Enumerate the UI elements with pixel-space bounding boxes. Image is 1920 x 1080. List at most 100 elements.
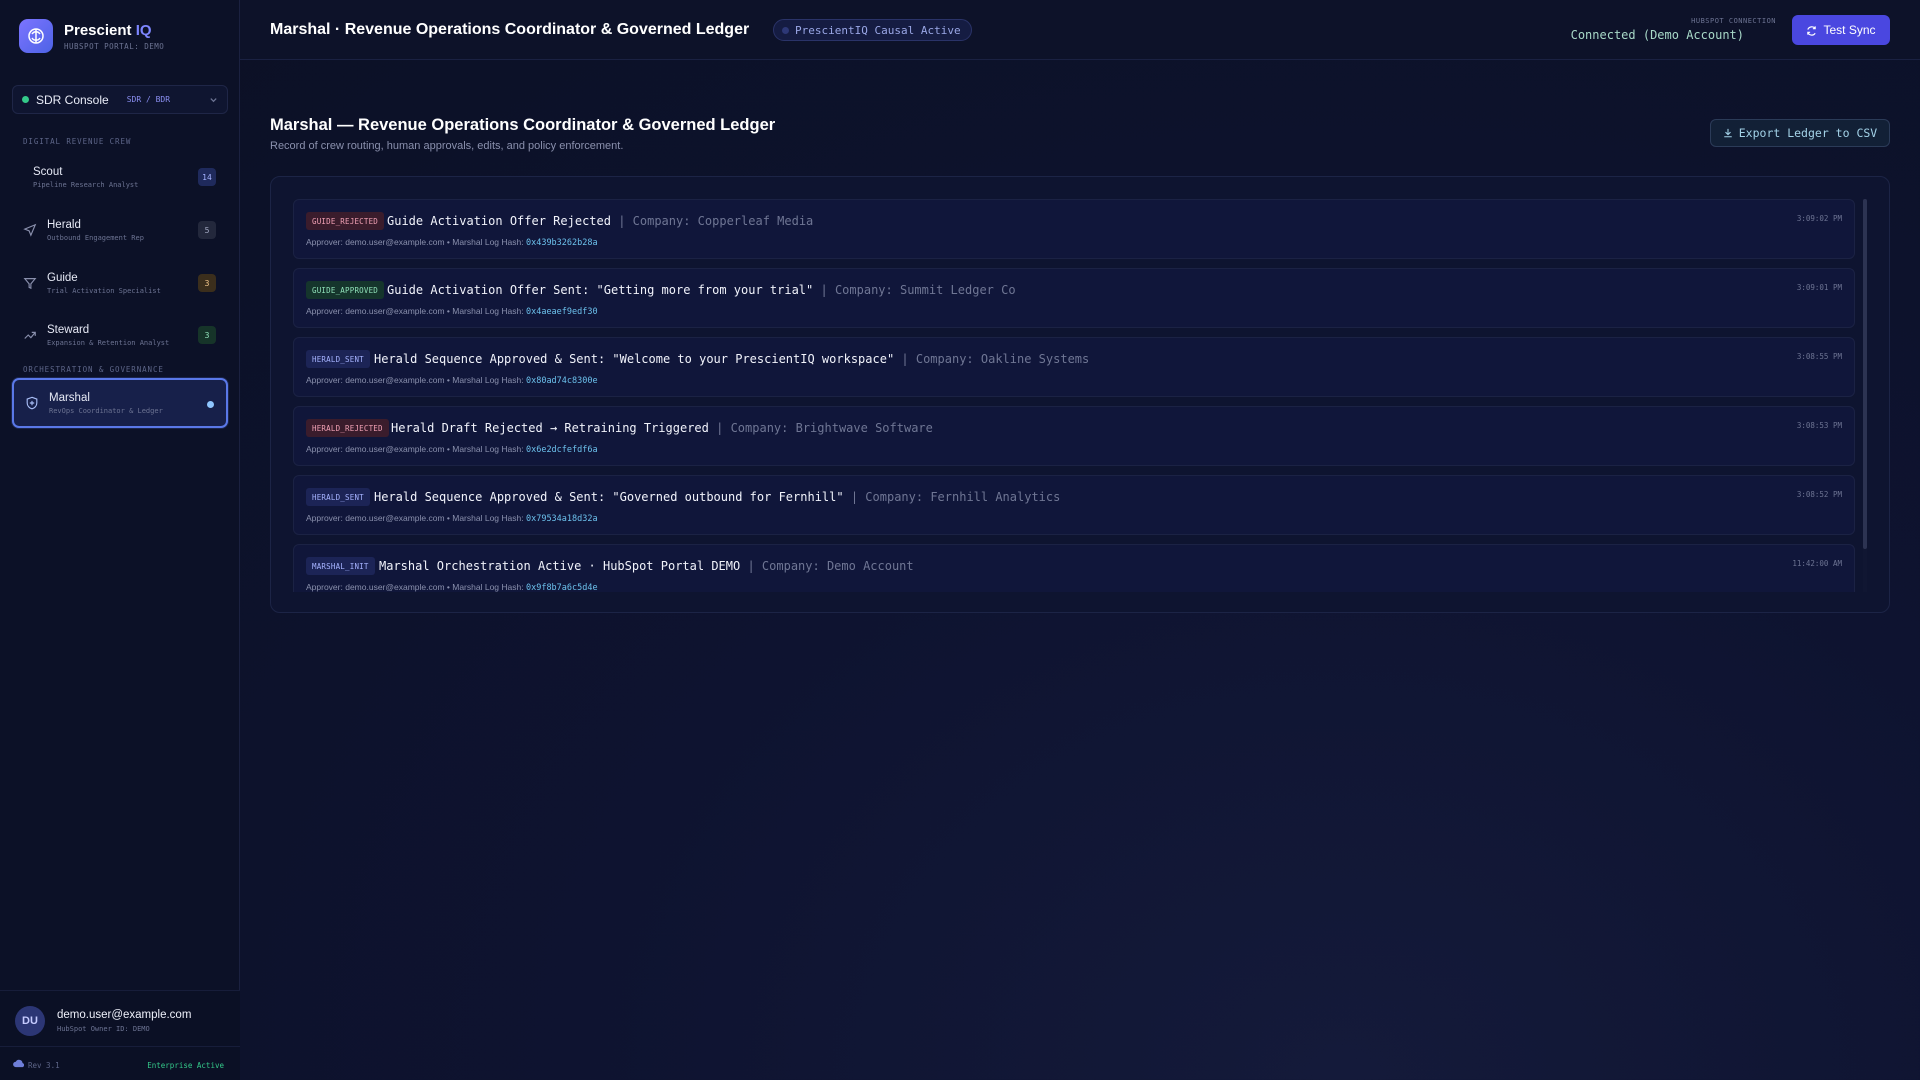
sidebar-item-subtitle: Expansion & Retention Analyst xyxy=(47,338,170,347)
sidebar-item-title: Steward xyxy=(47,323,90,336)
sidebar-item-scout[interactable]: Scout Pipeline Research Analyst 14 xyxy=(12,153,228,201)
ledger-entry-headline: Herald Sequence Approved & Sent: "Govern… xyxy=(374,490,1061,504)
brand-logo-icon xyxy=(19,19,53,53)
sidebar-item-subtitle: RevOps Coordinator & Ledger xyxy=(49,406,163,415)
send-icon xyxy=(23,223,37,237)
ledger-entry-time: 3:08:52 PM xyxy=(1796,490,1842,499)
avatar[interactable]: DU xyxy=(15,1006,45,1036)
console-tag: SDR / BDR xyxy=(126,95,171,104)
scrollbar[interactable] xyxy=(1863,199,1867,592)
console-selector[interactable]: SDR Console SDR / BDR xyxy=(12,85,228,114)
status-dot xyxy=(22,96,29,103)
download-icon xyxy=(1724,128,1732,138)
status-dot xyxy=(782,26,789,34)
event-type-badge: HERALD_SENT xyxy=(306,488,370,506)
ledger-entry-headline: Marshal Orchestration Active · HubSpot P… xyxy=(379,559,914,573)
ledger-entry[interactable]: MARSHAL_INIT Marshal Orchestration Activ… xyxy=(293,544,1855,592)
shield-icon xyxy=(26,396,38,410)
sidebar-item-marshal[interactable]: Marshal RevOps Coordinator & Ledger xyxy=(12,378,228,428)
sidebar-item-title: Marshal xyxy=(49,391,90,404)
count-badge: 3 xyxy=(198,326,216,344)
ledger-panel: GUIDE_REJECTED Guide Activation Offer Re… xyxy=(270,176,1890,613)
ledger-entry[interactable]: GUIDE_REJECTED Guide Activation Offer Re… xyxy=(293,199,1855,259)
event-type-badge: MARSHAL_INIT xyxy=(306,557,375,575)
ledger-entry-meta: Approver: demo.user@example.com • Marsha… xyxy=(306,237,598,248)
log-hash: 0x4aeaef9edf30 xyxy=(525,307,598,317)
sidebar-item-guide[interactable]: Guide Trial Activation Specialist 3 xyxy=(12,259,228,307)
ledger-entry-company: | Company: Brightwave Software xyxy=(716,421,933,435)
user-panel: DU demo.user@example.com HubSpot Owner I… xyxy=(0,990,240,1080)
log-hash: 0x9f8b7a6c5d4e xyxy=(525,583,598,592)
ledger-entry-company: | Company: Copperleaf Media xyxy=(618,214,814,228)
ledger-list[interactable]: GUIDE_REJECTED Guide Activation Offer Re… xyxy=(293,199,1855,592)
log-hash: 0x80ad74c8300e xyxy=(525,376,598,386)
revision-label: Rev 3.1 xyxy=(28,1061,60,1070)
status-pill: PrescientIQ Causal Active xyxy=(773,19,972,41)
ledger-entry-headline: Herald Sequence Approved & Sent: "Welcom… xyxy=(374,352,1090,366)
ledger-entry-company: | Company: Fernhill Analytics xyxy=(850,490,1061,504)
log-hash: 0x6e2dcfefdf6a xyxy=(525,445,598,455)
connection-value: Connected (Demo Account) xyxy=(1570,28,1744,42)
ledger-entry-meta: Approver: demo.user@example.com • Marsha… xyxy=(306,513,598,524)
status-pill-label: PrescientIQ Causal Active xyxy=(795,23,961,37)
ledger-entry-time: 11:42:00 AM xyxy=(1792,559,1842,568)
active-indicator xyxy=(207,401,214,408)
sidebar: Prescient IQ HUBSPOT PORTAL: DEMO SDR Co… xyxy=(0,0,240,1080)
event-type-badge: GUIDE_REJECTED xyxy=(306,212,385,230)
test-sync-button[interactable]: Test Sync xyxy=(1792,15,1890,45)
ledger-entry-time: 3:08:53 PM xyxy=(1796,421,1842,430)
ledger-entry-time: 3:08:55 PM xyxy=(1796,352,1842,361)
brand-name: Prescient IQ xyxy=(64,21,152,39)
ledger-entry-meta: Approver: demo.user@example.com • Marsha… xyxy=(306,582,598,592)
ledger-entry[interactable]: HERALD_REJECTED Herald Draft Rejected → … xyxy=(293,406,1855,466)
count-badge: 5 xyxy=(198,221,216,239)
sidebar-item-herald[interactable]: Herald Outbound Engagement Rep 5 xyxy=(12,206,228,254)
ledger-entry-headline: Guide Activation Offer Rejected | Compan… xyxy=(387,214,814,228)
brand[interactable]: Prescient IQ HUBSPOT PORTAL: DEMO xyxy=(19,19,164,53)
sidebar-footer: Rev 3.1 Enterprise Active xyxy=(0,1046,240,1080)
log-hash: 0x439b3262b28a xyxy=(525,238,598,248)
brand-subtitle: HUBSPOT PORTAL: DEMO xyxy=(64,41,165,51)
chevron-down-icon xyxy=(210,98,217,103)
connection-label: HUBSPOT CONNECTION xyxy=(1691,17,1776,25)
sidebar-item-title: Scout xyxy=(33,165,63,178)
event-type-badge: GUIDE_APPROVED xyxy=(306,281,385,299)
ledger-entry[interactable]: HERALD_SENT Herald Sequence Approved & S… xyxy=(293,337,1855,397)
scrollbar-thumb[interactable] xyxy=(1863,199,1867,549)
count-badge: 3 xyxy=(198,274,216,292)
page-header-title: Marshal · Revenue Operations Coordinator… xyxy=(270,21,750,38)
plan-status: Enterprise Active xyxy=(147,1061,224,1070)
top-bar: Marshal · Revenue Operations Coordinator… xyxy=(240,0,1920,60)
ledger-entry-meta: Approver: demo.user@example.com • Marsha… xyxy=(306,306,598,317)
ledger-entry[interactable]: GUIDE_APPROVED Guide Activation Offer Se… xyxy=(293,268,1855,328)
export-csv-label: Export Ledger to CSV xyxy=(1738,126,1878,140)
user-email: demo.user@example.com xyxy=(57,1009,192,1021)
test-sync-label: Test Sync xyxy=(1823,23,1876,37)
ledger-entry-headline: Herald Draft Rejected → Retraining Trigg… xyxy=(391,421,933,435)
sidebar-item-title: Guide xyxy=(47,271,78,284)
sidebar-item-subtitle: Outbound Engagement Rep xyxy=(47,233,144,242)
log-hash: 0x79534a18d32a xyxy=(525,514,598,524)
console-label: SDR Console xyxy=(36,92,109,107)
ledger-entry[interactable]: HERALD_SENT Herald Sequence Approved & S… xyxy=(293,475,1855,535)
event-type-badge: HERALD_REJECTED xyxy=(306,419,389,437)
sidebar-item-title: Herald xyxy=(47,218,81,231)
funnel-icon xyxy=(23,278,37,290)
sidebar-item-subtitle: Trial Activation Specialist xyxy=(47,286,161,295)
ledger-entry-time: 3:09:02 PM xyxy=(1796,214,1842,223)
event-type-badge: HERALD_SENT xyxy=(306,350,370,368)
cloud-icon xyxy=(13,1059,24,1068)
ledger-entry-meta: Approver: demo.user@example.com • Marsha… xyxy=(306,375,598,386)
ledger-entry-company: | Company: Summit Ledger Co xyxy=(820,283,1016,297)
refresh-icon xyxy=(1807,25,1817,36)
ledger-entry-company: | Company: Oakline Systems xyxy=(901,352,1090,366)
section-heading-orchestration: ORCHESTRATION & GOVERNANCE xyxy=(23,365,164,374)
sidebar-item-subtitle: Pipeline Research Analyst xyxy=(33,180,139,189)
sidebar-item-steward[interactable]: Steward Expansion & Retention Analyst 3 xyxy=(12,311,228,359)
user-owner-id: HubSpot Owner ID: DEMO xyxy=(57,1025,150,1033)
ledger-entry-company: | Company: Demo Account xyxy=(747,559,914,573)
ledger-entry-time: 3:09:01 PM xyxy=(1796,283,1842,292)
export-csv-button[interactable]: Export Ledger to CSV xyxy=(1710,119,1890,147)
section-heading-crew: DIGITAL REVENUE CREW xyxy=(23,137,132,146)
page-subtitle: Record of crew routing, human approvals,… xyxy=(270,140,624,152)
